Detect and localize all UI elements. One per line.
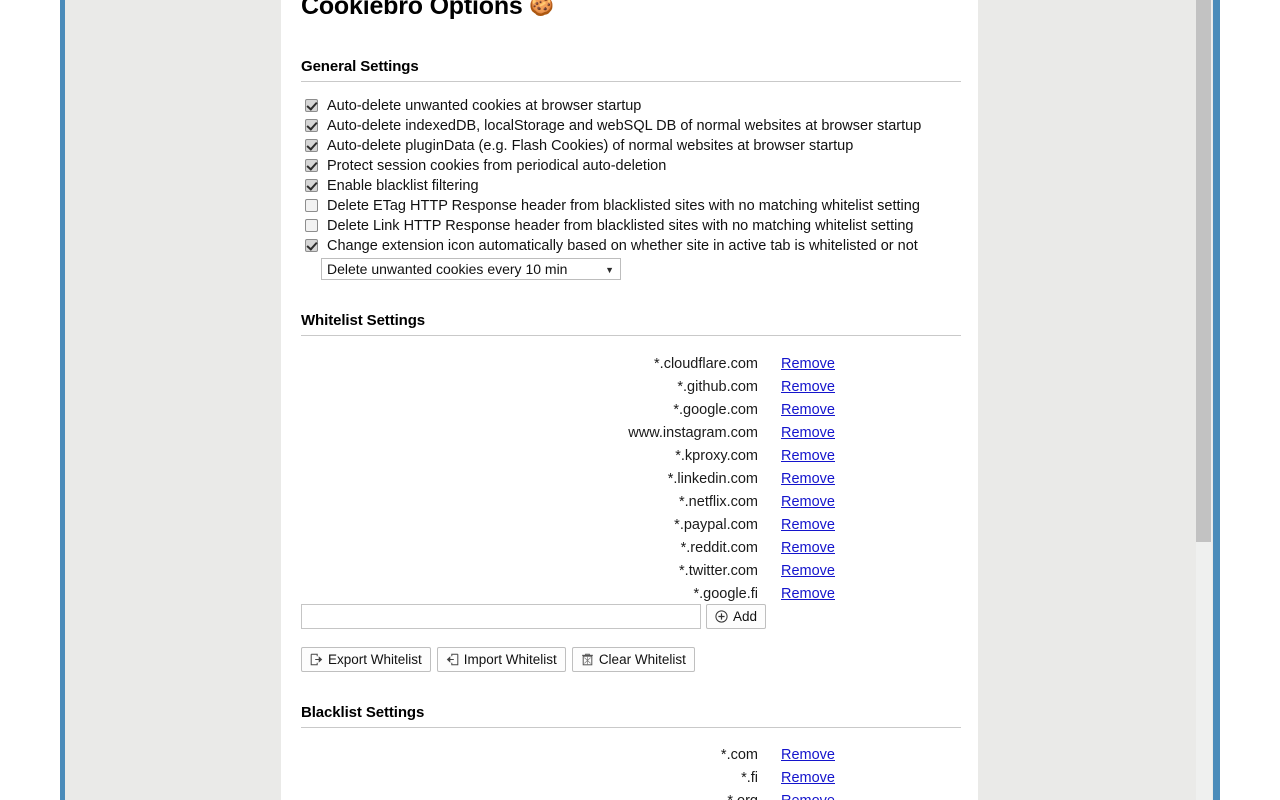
plus-circle-icon [715,610,728,623]
remove-link[interactable]: Remove [781,793,835,800]
remove-link[interactable]: Remove [781,379,835,395]
remove-link[interactable]: Remove [781,770,835,786]
option-label: Change extension icon automatically base… [327,236,918,256]
whitelist-row: *.linkedin.com Remove [301,467,961,490]
domain-name: *.reddit.com [681,540,758,556]
blacklist-row: *.org Remove [301,789,961,800]
remove-link[interactable]: Remove [781,517,835,533]
cookie-interval-value: Delete unwanted cookies every 10 min [327,261,567,277]
window-edge-right [1213,0,1220,800]
import-whitelist-label: Import Whitelist [464,652,557,667]
whitelist-row: *.google.com Remove [301,398,961,421]
remove-link[interactable]: Remove [781,747,835,763]
cookie-interval-select[interactable]: Delete unwanted cookies every 10 min ▼ [321,258,621,280]
section-heading-general: General Settings [301,59,961,82]
option-label: Enable blacklist filtering [327,176,479,196]
option-row[interactable]: Auto-delete indexedDB, localStorage and … [301,116,961,136]
trash-icon [581,653,594,666]
whitelist-row: *.google.fi Remove [301,582,961,605]
whitelist-add-button[interactable]: Add [706,604,766,629]
domain-name: *.google.com [673,402,758,418]
option-row[interactable]: Change extension icon automatically base… [301,236,961,256]
checkbox-checked[interactable] [305,179,318,192]
whitelist-add-row: Add [301,604,766,629]
option-row[interactable]: Protect session cookies from periodical … [301,156,961,176]
domain-name: *.kproxy.com [675,448,758,464]
section-heading-whitelist: Whitelist Settings [301,313,961,336]
remove-link[interactable]: Remove [781,448,835,464]
whitelist-row: *.kproxy.com Remove [301,444,961,467]
clear-whitelist-button[interactable]: Clear Whitelist [572,647,695,672]
import-whitelist-button[interactable]: Import Whitelist [437,647,566,672]
option-label: Auto-delete indexedDB, localStorage and … [327,116,921,136]
whitelist-actions: Export Whitelist Import Whitelist [301,647,695,672]
clear-whitelist-label: Clear Whitelist [599,652,686,667]
page-root: Cookiebro Options 🍪 General Settings Aut… [0,0,1280,800]
domain-name: *.com [721,747,758,763]
export-whitelist-label: Export Whitelist [328,652,422,667]
whitelist-add-button-label: Add [733,609,757,624]
export-icon [310,653,323,666]
whitelist-row: *.paypal.com Remove [301,513,961,536]
option-label: Delete ETag HTTP Response header from bl… [327,196,920,216]
checkbox-unchecked[interactable] [305,199,318,212]
whitelist-row: *.github.com Remove [301,375,961,398]
checkbox-checked[interactable] [305,239,318,252]
option-row[interactable]: Delete Link HTTP Response header from bl… [301,216,961,236]
whitelist-items: *.cloudflare.com Remove *.github.com Remove… [301,352,961,605]
checkbox-checked[interactable] [305,119,318,132]
whitelist-row: *.netflix.com Remove [301,490,961,513]
remove-link[interactable]: Remove [781,425,835,441]
option-label: Auto-delete pluginData (e.g. Flash Cooki… [327,136,853,156]
option-row[interactable]: Delete ETag HTTP Response header from bl… [301,196,961,216]
page-title: Cookiebro Options 🍪 [301,0,554,20]
whitelist-add-input[interactable] [301,604,701,629]
option-label: Delete Link HTTP Response header from bl… [327,216,913,236]
domain-name: *.netflix.com [679,494,758,510]
cookie-interval-select-wrapper: Delete unwanted cookies every 10 min ▼ [321,258,621,280]
chevron-down-icon: ▼ [605,259,614,280]
general-options-list: Auto-delete unwanted cookies at browser … [301,96,961,256]
blacklist-row: *.fi Remove [301,766,961,789]
remove-link[interactable]: Remove [781,402,835,418]
section-heading-blacklist: Blacklist Settings [301,705,961,728]
domain-name: *.org [727,793,758,800]
domain-name: *.paypal.com [674,517,758,533]
domain-name: *.github.com [677,379,758,395]
cookie-icon: 🍪 [529,0,554,17]
remove-link[interactable]: Remove [781,586,835,602]
page-title-text: Cookiebro Options [301,0,523,20]
whitelist-row: *.reddit.com Remove [301,536,961,559]
option-row[interactable]: Auto-delete unwanted cookies at browser … [301,96,961,116]
checkbox-checked[interactable] [305,159,318,172]
import-icon [446,653,459,666]
option-row[interactable]: Enable blacklist filtering [301,176,961,196]
remove-link[interactable]: Remove [781,471,835,487]
option-row[interactable]: Auto-delete pluginData (e.g. Flash Cooki… [301,136,961,156]
checkbox-checked[interactable] [305,99,318,112]
whitelist-row: *.twitter.com Remove [301,559,961,582]
whitelist-row: *.cloudflare.com Remove [301,352,961,375]
remove-link[interactable]: Remove [781,563,835,579]
domain-name: *.fi [741,770,758,786]
remove-link[interactable]: Remove [781,356,835,372]
domain-name: *.twitter.com [679,563,758,579]
checkbox-unchecked[interactable] [305,219,318,232]
domain-name: *.cloudflare.com [654,356,758,372]
remove-link[interactable]: Remove [781,494,835,510]
blacklist-items: *.com Remove *.fi Remove *.org Remove [301,743,961,800]
domain-name: www.instagram.com [628,425,758,441]
remove-link[interactable]: Remove [781,540,835,556]
option-label: Auto-delete unwanted cookies at browser … [327,96,641,116]
blacklist-row: *.com Remove [301,743,961,766]
whitelist-row: www.instagram.com Remove [301,421,961,444]
option-label: Protect session cookies from periodical … [327,156,666,176]
export-whitelist-button[interactable]: Export Whitelist [301,647,431,672]
domain-name: *.linkedin.com [668,471,758,487]
vertical-scrollbar-thumb[interactable] [1196,0,1211,542]
checkbox-checked[interactable] [305,139,318,152]
domain-name: *.google.fi [694,586,759,602]
